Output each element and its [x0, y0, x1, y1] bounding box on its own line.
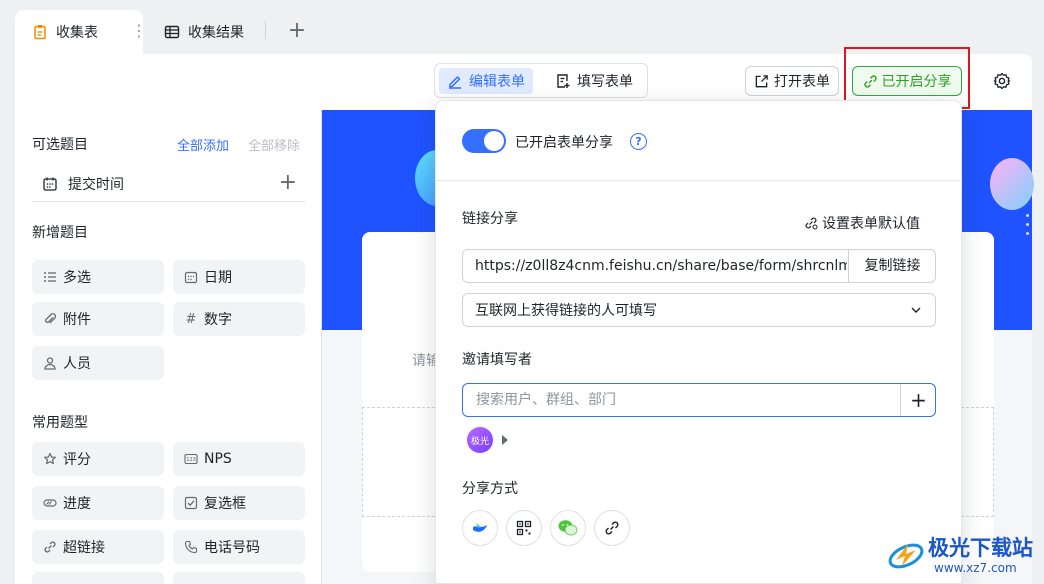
nps-icon: 123	[183, 451, 199, 467]
edit-form-button[interactable]: 编辑表单	[439, 68, 533, 94]
invite-heading: 邀请填写者	[462, 352, 532, 368]
share-toggle[interactable]	[462, 129, 506, 153]
submit-time-label: 提交时间	[68, 176, 124, 193]
chip-label: 附件	[63, 312, 91, 328]
chevron-down-icon	[911, 307, 921, 313]
chip-person[interactable]: 人员	[32, 346, 164, 380]
chip-label: 复选框	[204, 496, 246, 512]
chip-label: 电话号码	[204, 540, 260, 556]
open-form-button[interactable]: 打开表单	[745, 66, 839, 96]
tab-collect-results[interactable]: 收集结果	[160, 10, 244, 54]
share-url-text[interactable]: https://z0ll8z4cnm.feishu.cn/share/base/…	[475, 250, 847, 282]
tab-divider	[265, 21, 266, 39]
avatar[interactable]: 极光	[467, 427, 493, 453]
tab-collect-form[interactable]: 收集表 ⋮	[15, 10, 147, 54]
panel-title: 可选题目	[32, 137, 88, 153]
chip-label: NPS	[204, 451, 232, 467]
share-toggle-label: 已开启表单分享	[515, 135, 613, 151]
link-icon[interactable]	[594, 510, 630, 546]
link-permission-select[interactable]: 互联网上获得链接的人可填写	[462, 293, 936, 327]
chip-hyperlink[interactable]: 超链接	[32, 530, 164, 564]
plus-icon[interactable]: +	[279, 170, 297, 195]
tab-bar: 收集表 ⋮ 收集结果 +	[0, 0, 1044, 54]
gear-icon[interactable]	[991, 70, 1013, 92]
set-default-values-button[interactable]: 设置表单默认值	[804, 213, 920, 233]
chip-label: 多选	[63, 270, 91, 286]
chip-partial[interactable]	[173, 572, 305, 584]
expand-arrow-icon[interactable]	[502, 435, 508, 445]
new-questions-heading: 新增题目	[32, 225, 88, 241]
permission-value: 互联网上获得链接的人可填写	[475, 303, 657, 319]
fill-form-icon	[557, 74, 570, 88]
qrcode-icon[interactable]	[506, 510, 542, 546]
invite-add-button[interactable]: +	[900, 384, 935, 416]
watermark-url: www.xz7.com	[934, 561, 1017, 575]
share-method-heading: 分享方式	[462, 481, 518, 497]
chip-rating[interactable]: 评分	[32, 442, 164, 476]
site-watermark: 极光下载站 www.xz7.com	[884, 528, 1040, 580]
add-tab-button[interactable]: +	[283, 16, 311, 44]
chip-label: 数字	[204, 312, 232, 328]
fill-form-label: 填写表单	[577, 74, 633, 90]
fill-form-button[interactable]: 填写表单	[547, 68, 641, 94]
watermark-logo-icon	[888, 543, 924, 569]
table-grid-icon	[164, 24, 180, 40]
question-panel: 可选题目 全部添加 全部移除 提交时间 + 新增题目 多选 日期 附件 # 数字…	[15, 110, 322, 584]
phone-icon	[183, 539, 199, 555]
link-icon	[42, 539, 58, 555]
chip-label: 人员	[63, 356, 91, 372]
chip-date[interactable]: 日期	[173, 260, 305, 294]
remove-all-link[interactable]: 全部移除	[248, 135, 300, 154]
link-settings-icon	[805, 217, 818, 230]
chip-label: 超链接	[63, 540, 105, 556]
add-all-link[interactable]: 全部添加	[177, 135, 229, 154]
chip-multi-select[interactable]: 多选	[32, 260, 164, 294]
mode-switch: 编辑表单 填写表单	[434, 63, 648, 98]
copy-link-button[interactable]: 复制链接	[848, 250, 935, 282]
decor-circle	[990, 158, 1034, 210]
chip-partial[interactable]	[32, 572, 164, 584]
watermark-title: 极光下载站	[928, 536, 1033, 560]
form-doc-icon	[32, 24, 48, 40]
svg-text:123: 123	[186, 457, 196, 463]
tab-label: 收集结果	[188, 25, 244, 41]
tab-label: 收集表	[56, 25, 98, 41]
common-types-heading: 常用题型	[32, 415, 88, 431]
help-icon[interactable]: ?	[630, 133, 647, 150]
checkbox-icon	[183, 495, 199, 511]
open-form-label: 打开表单	[774, 74, 830, 90]
set-default-values-label: 设置表单默认值	[822, 216, 920, 232]
multi-select-icon	[42, 269, 58, 285]
divider	[436, 180, 961, 181]
pencil-icon	[449, 76, 461, 89]
chip-number[interactable]: # 数字	[173, 302, 305, 336]
edit-form-label: 编辑表单	[469, 74, 525, 90]
chip-phone[interactable]: 电话号码	[173, 530, 305, 564]
decor-dots	[1026, 214, 1030, 244]
chip-checkbox[interactable]: 复选框	[173, 486, 305, 520]
wechat-icon[interactable]	[550, 510, 586, 546]
hash-icon: #	[185, 311, 197, 327]
link-share-heading: 链接分享	[462, 211, 518, 227]
person-icon	[42, 355, 58, 371]
calendar-icon	[183, 269, 199, 285]
more-vertical-icon[interactable]: ⋮	[131, 10, 147, 54]
share-popover: 已开启表单分享 ? 链接分享 设置表单默认值 https://z0ll8z4cn…	[435, 100, 962, 584]
chip-label: 评分	[63, 452, 91, 468]
external-link-icon	[755, 74, 768, 87]
feishu-icon[interactable]	[462, 510, 498, 546]
star-icon	[42, 451, 58, 467]
invite-search-field: +	[462, 383, 936, 417]
chip-label: 日期	[204, 270, 232, 286]
paperclip-icon	[42, 311, 58, 327]
share-url-field: https://z0ll8z4cnm.feishu.cn/share/base/…	[462, 249, 936, 283]
submit-time-item[interactable]: 提交时间 +	[32, 166, 305, 202]
calendar-icon	[43, 177, 57, 191]
chip-nps[interactable]: 123 NPS	[173, 442, 305, 476]
progress-icon	[42, 495, 58, 511]
invite-search-input[interactable]	[463, 384, 899, 416]
chip-progress[interactable]: 进度	[32, 486, 164, 520]
chip-label: 进度	[63, 496, 91, 512]
chip-attachment[interactable]: 附件	[32, 302, 164, 336]
